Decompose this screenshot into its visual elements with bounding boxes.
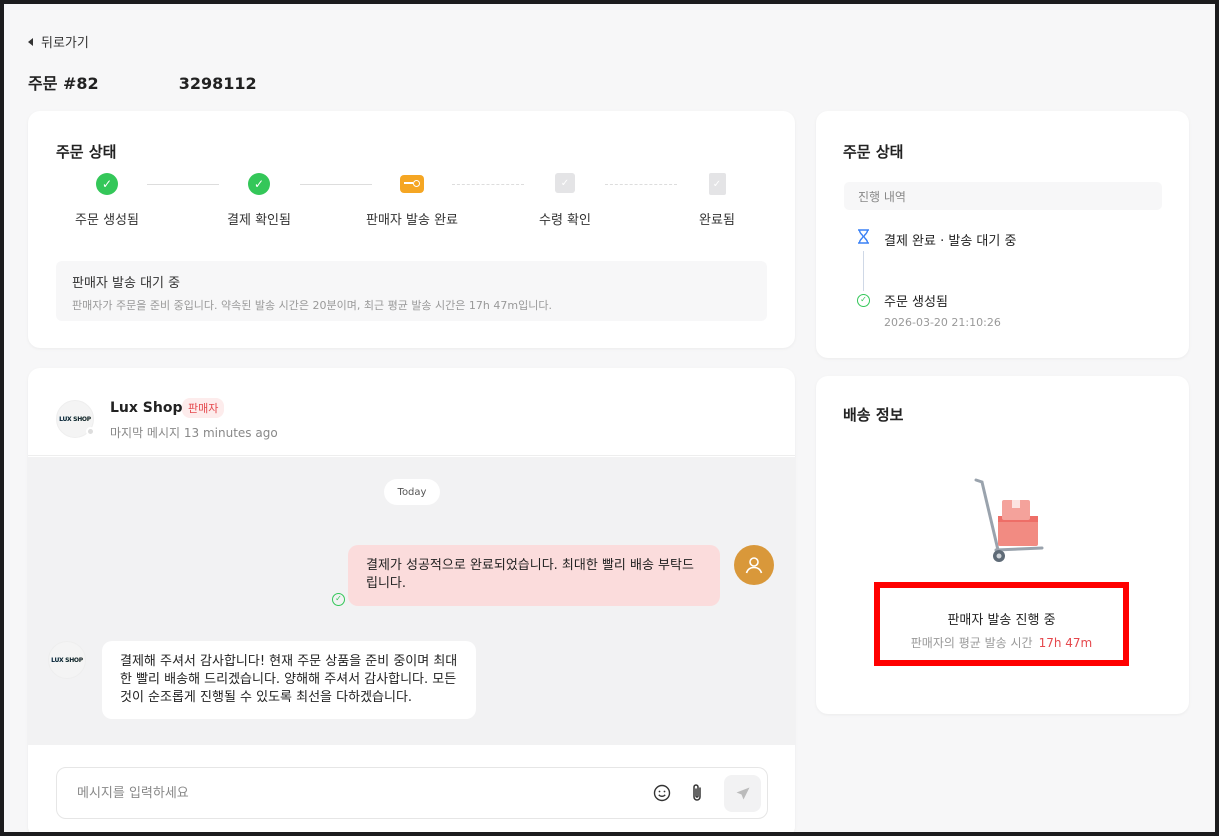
shipping-status-highlight: 판매자 발송 진행 중 판매자의 평균 발송 시간 17h 47m [874,582,1129,666]
message-bubble-shop: 결제해 주셔서 감사합니다! 현재 주문 상품을 준비 중이며 최대한 빨리 배… [102,641,476,719]
user-avatar [734,545,774,585]
check-icon: ✓ [96,173,118,195]
online-status-dot [86,427,95,436]
date-chip: Today [384,479,440,505]
notice-description: 판매자가 주문을 준비 중입니다. 약속된 발송 시간은 20분이며, 최근 평… [72,299,552,312]
last-message-time: 마지막 메시지 13 minutes ago [110,426,278,440]
box-icon: ✓ [555,173,575,193]
read-check-icon: ✓ [332,593,345,606]
chat-composer [28,745,795,832]
shop-name[interactable]: Lux Shop [110,400,182,416]
progress-title: 주문 상태 [56,143,117,161]
user-icon [745,557,763,574]
shop-logo: LUX SHOP [51,656,83,664]
shop-logo: LUX SHOP [59,415,91,423]
shipping-info-card: 배송 정보 판매자 발송 진행 중 판매자의 평균 발송 시간 17h 47m [816,376,1189,714]
step-label: 결제 확인됨 [227,213,291,228]
send-button[interactable] [724,775,761,812]
attach-button[interactable] [686,782,708,804]
smile-icon [653,784,671,802]
status-panel-title: 주문 상태 [843,143,904,161]
app-frame: 뒤로가기 주문 #82 3298112 주문 상태 ✓ 주문 생성됨 ✓ 결제 확… [4,4,1215,832]
timeline-item-text: 결제 완료 · 발송 대기 중 [884,234,1017,249]
hand-truck-icon [974,478,1044,562]
progress-steps: ✓ 주문 생성됨 ✓ 결제 확인됨 판매자 발송 완료 ✓ 수령 확인 ✓ 완료… [52,173,772,233]
send-icon [736,787,749,799]
message-input-box [56,767,768,819]
chat-card: LUX SHOP Lux Shop 판매자 마지막 메시지 13 minutes… [28,368,795,832]
order-title: 주문 #82 3298112 [28,70,257,94]
caret-left-icon [28,37,33,46]
step-order-created: ✓ 주문 생성됨 [47,173,167,228]
timeline-item-date: 2026-03-20 21:10:26 [884,316,1001,329]
document-icon: ✓ [708,173,726,195]
hourglass-icon [858,229,869,244]
timeline-item-text: 주문 생성됨 [884,295,948,310]
emoji-button[interactable] [651,782,673,804]
step-label: 주문 생성됨 [75,213,139,228]
avg-shipping-value: 17h 47m [1038,636,1093,650]
back-button[interactable]: 뒤로가기 [28,32,89,51]
step-label: 수령 확인 [539,213,591,228]
shipping-status: 판매자 발송 진행 중 [947,613,1056,628]
notice-title: 판매자 발송 대기 중 [72,276,181,291]
check-icon: ✓ [248,173,270,195]
step-receipt-confirmed: ✓ 수령 확인 [505,173,625,228]
step-label: 완료됨 [699,213,735,228]
wallet-icon [400,175,424,193]
order-progress-card: 주문 상태 ✓ 주문 생성됨 ✓ 결제 확인됨 판매자 발송 완료 ✓ 수령 확… [28,111,795,348]
step-label: 판매자 발송 완료 [366,213,458,228]
order-status-panel: 주문 상태 진행 내역 ✓ 결제 완료 · 발송 대기 중 주문 생성됨 202… [816,111,1189,358]
timeline-line [863,251,864,291]
paperclip-icon [693,784,701,801]
shop-avatar-small: LUX SHOP [48,641,86,679]
avg-shipping-label: 판매자의 평균 발송 시간 [910,636,1033,650]
seller-badge: 판매자 [182,398,225,418]
status-notice: 판매자 발송 대기 중 판매자가 주문을 준비 중입니다. 약속된 발송 시간은… [56,261,767,321]
chat-header: LUX SHOP Lux Shop 판매자 마지막 메시지 13 minutes… [28,368,795,456]
avg-shipping-time: 판매자의 평균 발송 시간 17h 47m [880,634,1123,651]
step-seller-shipped: 판매자 발송 완료 [352,173,472,228]
step-payment-confirmed: ✓ 결제 확인됨 [199,173,319,228]
back-label: 뒤로가기 [41,36,89,51]
order-title-prefix: 주문 #82 [28,74,99,93]
chat-messages[interactable]: Today ✓ 결제가 성공적으로 완료되었습니다. 최대한 빨리 배송 부탁드… [28,457,795,745]
check-circle-icon: ✓ [857,294,870,307]
message-bubble-me: 결제가 성공적으로 완료되었습니다. 최대한 빨리 배송 부탁드립니다. [348,545,720,606]
message-input[interactable] [77,782,617,804]
history-label: 진행 내역 [844,182,1162,210]
step-completed: ✓ 완료됨 [657,173,777,228]
order-title-suffix: 3298112 [178,74,257,93]
shipping-title: 배송 정보 [843,406,904,424]
